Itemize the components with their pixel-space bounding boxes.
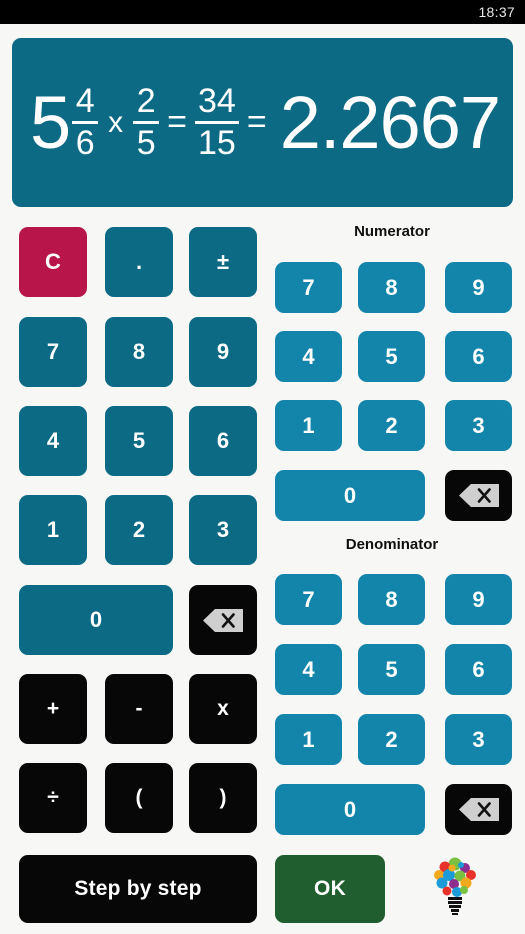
denominator-digit-7[interactable]: 7 [275,574,342,625]
backspace-icon [458,484,499,507]
hint-lightbulb-button[interactable] [432,856,478,918]
main-digit-2[interactable]: 2 [105,495,173,565]
numerator-digit-3[interactable]: 3 [445,400,512,451]
denominator-digit-0[interactable]: 0 [275,784,425,835]
denominator-backspace-button[interactable] [445,784,512,835]
numerator-digit-1[interactable]: 1 [275,400,342,451]
clear-button[interactable]: C [19,227,87,297]
fraction-operand-1: 4 6 [72,81,99,162]
status-bar-clock: 18:37 [478,4,515,20]
denominator-section-label: Denominator [345,536,439,553]
main-digit-0[interactable]: 0 [19,585,173,655]
operator-plus-button[interactable]: + [19,674,87,744]
denominator-digit-2[interactable]: 2 [358,714,425,765]
fraction-2-denominator: 5 [136,124,156,162]
fraction-1-denominator: 6 [75,124,95,162]
denominator-digit-8[interactable]: 8 [358,574,425,625]
numerator-digit-0[interactable]: 0 [275,470,425,521]
equals-sign-1: = [167,103,188,141]
main-digit-5[interactable]: 5 [105,406,173,476]
sign-toggle-button[interactable]: ± [189,227,257,297]
fraction-result-denominator: 15 [198,124,236,162]
main-digit-7[interactable]: 7 [19,317,87,387]
main-backspace-button[interactable] [189,585,257,655]
numerator-digit-2[interactable]: 2 [358,400,425,451]
ok-button[interactable]: OK [275,855,385,923]
equals-sign-2: = [246,103,267,141]
status-bar: 18:37 [0,0,525,24]
denominator-digit-3[interactable]: 3 [445,714,512,765]
operator-multiply-button[interactable]: x [189,674,257,744]
denominator-digit-4[interactable]: 4 [275,644,342,695]
mixed-whole-number: 5 [30,80,72,164]
expression: 5 4 6 x 2 5 = 34 15 = 2.2667 [30,80,501,164]
lightbulb-icon [434,857,476,915]
fraction-1-numerator: 4 [75,81,95,120]
numerator-digit-4[interactable]: 4 [275,331,342,382]
numerator-section-label: Numerator [354,223,430,240]
decimal-point-button[interactable]: . [105,227,173,297]
numerator-backspace-button[interactable] [445,470,512,521]
fraction-result: 34 15 [195,81,239,162]
main-digit-6[interactable]: 6 [189,406,257,476]
main-digit-8[interactable]: 8 [105,317,173,387]
step-by-step-button[interactable]: Step by step [19,855,257,923]
backspace-icon [458,798,499,821]
numerator-digit-6[interactable]: 6 [445,331,512,382]
numerator-digit-9[interactable]: 9 [445,262,512,313]
backspace-icon [203,608,243,632]
calculation-display: 5 4 6 x 2 5 = 34 15 = 2.2667 [12,38,513,207]
fraction-2-numerator: 2 [136,81,156,120]
operator-minus-button[interactable]: - [105,674,173,744]
main-digit-9[interactable]: 9 [189,317,257,387]
paren-open-button[interactable]: ( [105,763,173,833]
numerator-digit-5[interactable]: 5 [358,331,425,382]
paren-close-button[interactable]: ) [189,763,257,833]
main-digit-1[interactable]: 1 [19,495,87,565]
numerator-digit-7[interactable]: 7 [275,262,342,313]
denominator-digit-5[interactable]: 5 [358,644,425,695]
fraction-operand-2: 2 5 [133,81,160,162]
denominator-digit-9[interactable]: 9 [445,574,512,625]
operator-divide-button[interactable]: ÷ [19,763,87,833]
fraction-result-numerator: 34 [198,81,236,120]
denominator-digit-6[interactable]: 6 [445,644,512,695]
main-digit-3[interactable]: 3 [189,495,257,565]
main-digit-4[interactable]: 4 [19,406,87,476]
calculator-app: 18:37 5 4 6 x 2 5 = 34 15 = 2.2667 C . ±… [0,0,525,934]
numerator-digit-8[interactable]: 8 [358,262,425,313]
denominator-digit-1[interactable]: 1 [275,714,342,765]
decimal-result: 2.2667 [279,80,501,164]
display-operator: x [108,105,124,139]
